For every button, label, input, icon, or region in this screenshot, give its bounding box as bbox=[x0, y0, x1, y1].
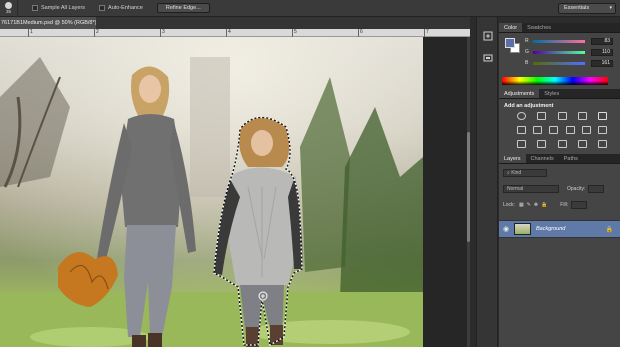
ruler-tick: 3 bbox=[160, 29, 165, 37]
levels-icon[interactable] bbox=[537, 112, 547, 120]
black-white-icon[interactable] bbox=[549, 126, 559, 134]
green-slider[interactable] bbox=[533, 50, 585, 54]
history-icon[interactable] bbox=[481, 29, 495, 43]
checkbox-box[interactable] bbox=[32, 5, 38, 11]
panel-dock: Color Swatches R 83 G 110 B 161 Adjustme… bbox=[499, 17, 620, 347]
collapsed-panel-dock bbox=[476, 17, 498, 347]
tab-color[interactable]: Color bbox=[499, 23, 523, 32]
checkbox-box[interactable] bbox=[99, 5, 106, 11]
color-lookup-icon[interactable] bbox=[597, 126, 607, 134]
adjustments-heading: Add an adjustment bbox=[504, 103, 554, 109]
sample-all-layers-label: Sample All Layers bbox=[41, 5, 86, 11]
green-value-field[interactable]: 110 bbox=[591, 48, 613, 56]
auto-enhance-label: Auto-Enhance bbox=[108, 5, 143, 11]
auto-enhance-checkbox[interactable]: Auto-Enhance bbox=[99, 5, 143, 11]
exposure-icon[interactable] bbox=[577, 112, 587, 120]
red-channel-row: R 83 bbox=[525, 37, 613, 45]
red-slider[interactable] bbox=[533, 39, 585, 43]
chevron-down-icon: ▾ bbox=[609, 5, 612, 11]
refine-edge-button[interactable]: Refine Edge... bbox=[156, 3, 210, 13]
document-image[interactable] bbox=[0, 37, 423, 347]
sample-all-layers-checkbox[interactable]: Sample All Layers bbox=[32, 5, 85, 11]
scrollbar-thumb[interactable] bbox=[467, 132, 470, 242]
fill-field[interactable] bbox=[571, 200, 588, 209]
brightness-contrast-icon[interactable] bbox=[517, 112, 526, 120]
color-spectrum-bar[interactable] bbox=[502, 77, 608, 85]
workspace-switcher[interactable]: Essentials ▾ bbox=[558, 3, 616, 14]
color-balance-icon[interactable] bbox=[533, 126, 543, 134]
adjustments-panel: Add an adjustment bbox=[499, 99, 620, 155]
blend-mode-select[interactable]: Normal bbox=[503, 184, 559, 193]
photo-illustration bbox=[0, 37, 423, 347]
ruler-tick: 2 bbox=[94, 29, 99, 37]
lock-fill-row: Lock: ▦✎✥🔒 Fill: bbox=[503, 200, 588, 209]
ruler-tick: 1 bbox=[28, 29, 33, 37]
tab-swatches[interactable]: Swatches bbox=[522, 23, 556, 32]
lock-options-icon[interactable]: ▦✎✥🔒 bbox=[519, 202, 550, 208]
ruler-tick: 5 bbox=[292, 29, 297, 37]
horizontal-ruler[interactable]: 1 2 3 4 5 6 7 bbox=[0, 29, 470, 37]
blue-slider[interactable] bbox=[533, 61, 585, 65]
adjustments-panel-tabs: Adjustments Styles bbox=[499, 89, 620, 99]
vertical-scrollbar[interactable] bbox=[467, 37, 470, 347]
brush-size-value: 35 bbox=[5, 9, 11, 14]
selective-color-icon[interactable] bbox=[598, 140, 607, 148]
blue-channel-row: B 161 bbox=[525, 59, 613, 67]
blend-opacity-row: Normal Opacity: bbox=[503, 184, 605, 193]
opacity-field[interactable] bbox=[588, 184, 605, 193]
invert-icon[interactable] bbox=[517, 140, 526, 148]
eye-icon[interactable]: ◉ bbox=[499, 225, 513, 233]
channel-mixer-icon[interactable] bbox=[581, 126, 591, 134]
layers-panel-tabs: Layers Channels Paths bbox=[499, 154, 620, 164]
tab-paths[interactable]: Paths bbox=[559, 154, 583, 163]
ruler-tick: 4 bbox=[226, 29, 231, 37]
document-tab-strip bbox=[96, 17, 470, 29]
tab-channels[interactable]: Channels bbox=[526, 154, 559, 163]
brush-tip-icon bbox=[5, 2, 12, 9]
layers-panel: ⌕ Kind Normal Opacity: Lock: ▦✎✥🔒 Fill: … bbox=[499, 164, 620, 347]
blue-value-field[interactable]: 161 bbox=[591, 59, 613, 67]
posterize-icon[interactable] bbox=[537, 140, 547, 148]
threshold-icon[interactable] bbox=[557, 140, 567, 148]
tab-styles[interactable]: Styles bbox=[539, 89, 564, 98]
workspace-label: Essentials bbox=[564, 5, 590, 11]
canvas-area[interactable] bbox=[0, 37, 470, 347]
layer-thumbnail bbox=[514, 223, 531, 235]
channel-label: R bbox=[525, 38, 529, 44]
vibrance-icon[interactable] bbox=[598, 112, 607, 120]
color-panel-tabs: Color Swatches bbox=[499, 23, 620, 33]
tab-adjustments[interactable]: Adjustments bbox=[499, 89, 540, 98]
tab-layers[interactable]: Layers bbox=[499, 154, 526, 163]
options-bar: 35 Sample All Layers Auto-Enhance Refine… bbox=[0, 0, 620, 17]
opacity-label: Opacity: bbox=[567, 185, 586, 192]
lock-label: Lock: bbox=[503, 201, 515, 208]
layer-filter-row: ⌕ Kind bbox=[503, 168, 547, 177]
lock-icon[interactable]: 🔒 bbox=[606, 226, 613, 233]
layer-filter-select[interactable]: ⌕ Kind bbox=[503, 168, 547, 177]
fill-label: Fill: bbox=[560, 201, 569, 208]
adjustment-icons-row-1 bbox=[517, 112, 607, 120]
color-panel: R 83 G 110 B 161 bbox=[499, 33, 620, 91]
adjustment-icons-row-3 bbox=[517, 140, 607, 148]
tool-preset-picker[interactable]: 35 bbox=[0, 0, 18, 17]
curves-icon[interactable] bbox=[557, 112, 567, 120]
layer-name[interactable]: Background bbox=[536, 226, 565, 232]
channel-label: G bbox=[525, 49, 529, 55]
green-channel-row: G 110 bbox=[525, 48, 613, 56]
layer-filter-label: Kind bbox=[511, 169, 522, 176]
layer-row[interactable]: ◉ Background 🔒 bbox=[499, 220, 620, 238]
ruler-tick: 7 bbox=[424, 29, 429, 37]
foreground-color-swatch[interactable] bbox=[505, 38, 515, 48]
gradient-map-icon[interactable] bbox=[577, 140, 587, 148]
properties-icon[interactable] bbox=[481, 51, 495, 65]
adjustment-icons-row-2 bbox=[517, 126, 607, 134]
hue-saturation-icon[interactable] bbox=[517, 126, 526, 134]
channel-label: B bbox=[525, 60, 529, 66]
ruler-tick: 6 bbox=[358, 29, 363, 37]
red-value-field[interactable]: 83 bbox=[591, 37, 613, 45]
document-tab[interactable]: 76171B1Medium.psd @ 50% (RGB/8*) bbox=[0, 17, 96, 29]
photo-filter-icon[interactable] bbox=[565, 126, 575, 134]
